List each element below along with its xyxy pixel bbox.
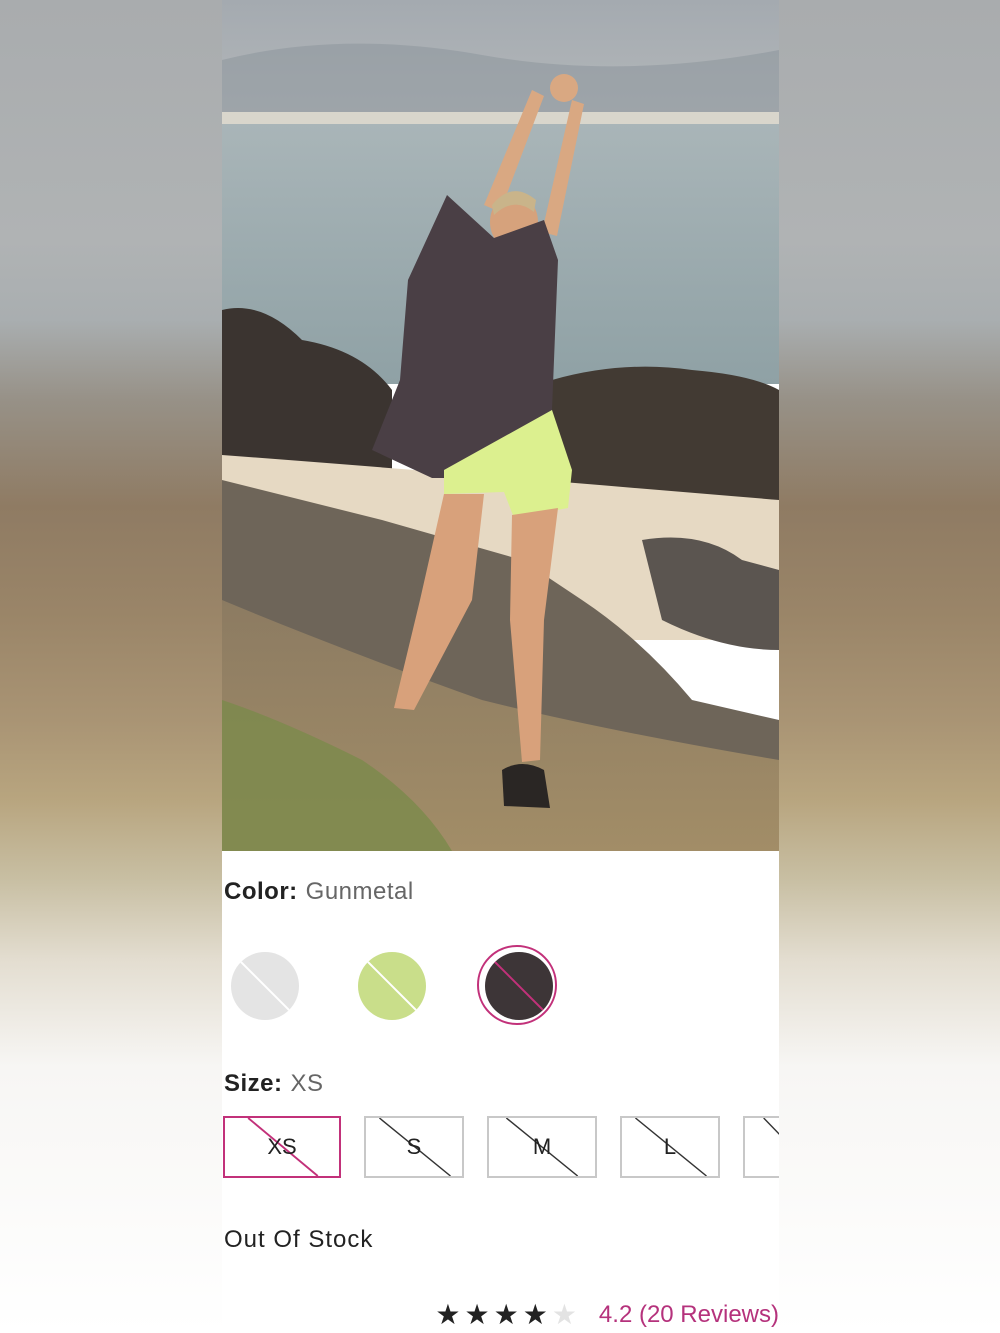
color-heading: Color: Gunmetal — [224, 878, 414, 906]
size-label: Size: — [224, 1070, 283, 1097]
star-icon: ★ — [522, 1299, 552, 1330]
size-heading: Size: XS — [224, 1070, 324, 1098]
size-option-partial[interactable] — [743, 1116, 779, 1178]
product-panel: Color: Gunmetal Size: XS XS S M L Out Of S… — [222, 0, 779, 1333]
size-option-m[interactable]: M — [487, 1116, 597, 1178]
selected-size-value: XS — [290, 1070, 324, 1097]
rating-summary[interactable]: ★★★★★ 4.2 (20 Reviews) — [435, 1298, 779, 1331]
size-option-label: L — [663, 1134, 677, 1159]
selected-color-value: Gunmetal — [305, 878, 414, 905]
star-rating: ★★★★★ — [435, 1298, 581, 1331]
size-option-label: S — [406, 1134, 422, 1159]
product-image[interactable] — [222, 0, 779, 851]
color-swatch-lime[interactable] — [358, 952, 426, 1020]
size-option-label: XS — [267, 1134, 297, 1159]
stock-status: Out Of Stock — [224, 1226, 374, 1253]
size-option-l[interactable]: L — [620, 1116, 720, 1178]
star-icon: ★ — [435, 1299, 465, 1330]
product-photo-illustration — [222, 0, 779, 851]
unavailable-strike — [763, 1118, 779, 1135]
size-option-s[interactable]: S — [364, 1116, 464, 1178]
star-icon: ★ — [493, 1299, 523, 1330]
star-empty-icon: ★ — [551, 1299, 581, 1330]
size-option-xs[interactable]: XS — [223, 1116, 341, 1178]
reviews-link[interactable]: 4.2 (20 Reviews) — [599, 1301, 779, 1329]
color-swatch-white[interactable] — [231, 952, 299, 1020]
color-swatch-gunmetal[interactable] — [485, 952, 553, 1020]
color-label: Color: — [224, 878, 298, 905]
size-option-label: M — [532, 1134, 552, 1159]
star-icon: ★ — [464, 1299, 494, 1330]
